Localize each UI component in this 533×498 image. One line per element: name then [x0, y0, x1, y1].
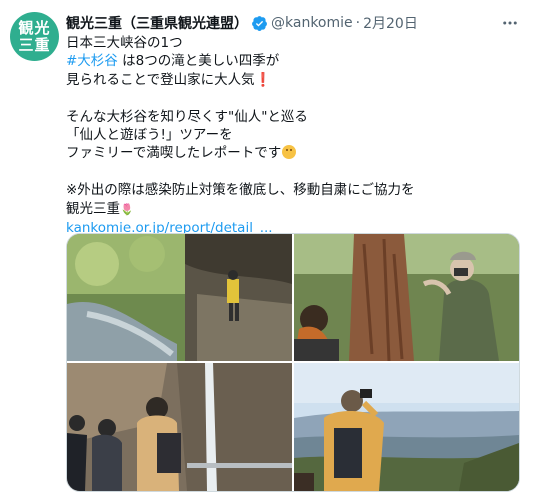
- tulip-emoji-icon: 🌷: [120, 202, 134, 216]
- tweet-line-8-text: 観光三重: [66, 200, 120, 217]
- media-grid: [66, 233, 520, 492]
- tweet-line-5: 「仙人と遊ぼう!」ツアーを: [66, 127, 233, 144]
- tweet-line-7: ※外出の際は感染防止対策を徹底し、移動自粛にご協力を: [66, 182, 415, 199]
- more-options-icon[interactable]: [499, 12, 521, 34]
- exclamation-icon: ❗: [254, 71, 272, 88]
- tweet-text: 日本三大峡谷の1つ #大杉谷 は8つの滝と美しい四季が 見られることで登山家に大…: [66, 34, 521, 237]
- hashtag-link[interactable]: #大杉谷: [66, 53, 118, 69]
- photo-cedar-guide[interactable]: [294, 234, 519, 361]
- tweet-line-1: 日本三大峡谷の1つ: [66, 35, 183, 51]
- avatar[interactable]: 観光 三重: [10, 12, 59, 61]
- account-name[interactable]: 観光三重（三重県観光連盟）: [66, 13, 248, 33]
- tweet-line-2-text: は8つの滝と美しい四季が: [117, 53, 280, 70]
- photo-mountain-view[interactable]: [294, 363, 519, 491]
- tweet-line-6-text: ファミリーで満喫したレポートです: [66, 145, 282, 162]
- tweet-line-3-text: 見られることで登山家に大人気: [66, 71, 255, 88]
- photo-waterfall-hikers[interactable]: [67, 363, 292, 491]
- tweet-date[interactable]: 2月20日: [363, 13, 418, 33]
- tweet-line-6: ファミリーで満喫したレポートです: [66, 144, 521, 162]
- account-handle[interactable]: @kankomie: [271, 15, 353, 31]
- tweet-line-3: 見られることで登山家に大人気❗: [66, 71, 521, 89]
- avatar-text-top: 観光: [18, 18, 51, 37]
- smile-emoji-icon: [282, 145, 297, 160]
- tweet-card[interactable]: 観光 三重 観光三重（三重県観光連盟） @kankomie · 2月20日 日本…: [0, 0, 533, 498]
- verified-badge-icon: [252, 15, 267, 31]
- photo-gorge-trail[interactable]: [67, 234, 292, 361]
- tweet-header: 観光三重（三重県観光連盟） @kankomie · 2月20日: [66, 12, 521, 34]
- tweet-line-4: そんな大杉谷を知り尽くす"仙人"と巡る: [66, 108, 308, 125]
- separator-dot: ·: [355, 15, 361, 31]
- tweet-line-8: 観光三重🌷: [66, 200, 521, 219]
- tweet-line-2: #大杉谷 は8つの滝と美しい四季が: [66, 52, 521, 70]
- avatar-text-bottom: 三重: [18, 35, 51, 54]
